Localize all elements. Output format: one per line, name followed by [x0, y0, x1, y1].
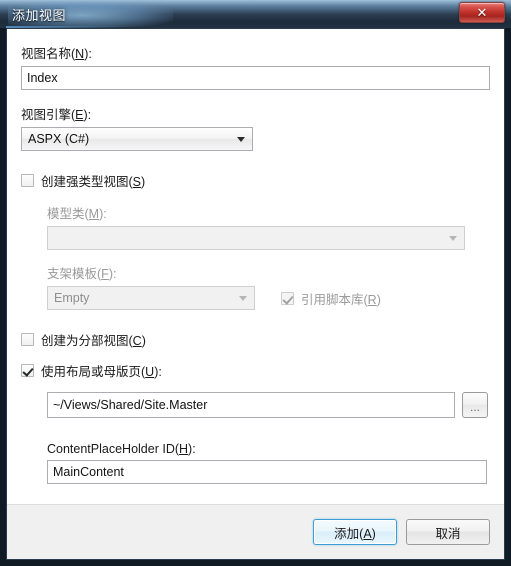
use-layout-checkbox[interactable]	[21, 364, 34, 377]
partial-view-label: 创建为分部视图(C)	[41, 334, 146, 348]
close-icon: ✕	[476, 5, 488, 20]
content-placeholder-label: ContentPlaceHolder ID(H):	[47, 442, 196, 456]
scaffold-template-value: Empty	[54, 291, 90, 305]
partial-view-checkbox[interactable]	[21, 333, 34, 346]
reference-script-libraries-row[interactable]: 引用脚本库(R)	[281, 289, 381, 308]
view-name-label: 视图名称(N):	[21, 47, 92, 61]
partial-view-checkbox-row[interactable]: 创建为分部视图(C)	[21, 330, 490, 349]
window-border-bottom	[0, 560, 511, 566]
content-placeholder-input[interactable]	[47, 460, 487, 484]
cancel-button[interactable]: 取消	[406, 519, 490, 545]
strongly-typed-view-checkbox[interactable]	[21, 174, 34, 187]
content-placeholder-group: ContentPlaceHolder ID(H):	[47, 442, 490, 484]
chevron-down-icon	[449, 236, 457, 241]
use-layout-checkbox-row[interactable]: 使用布局或母版页(U):	[21, 361, 490, 380]
model-class-label: 模型类(M):	[47, 207, 107, 221]
browse-layout-button[interactable]: ...	[462, 392, 488, 418]
layout-path-input[interactable]	[47, 392, 455, 418]
view-engine-select[interactable]: ASPX (C#)	[21, 127, 253, 151]
scaffold-template-group: 支架模板(F): Empty 引用脚本库(R)	[47, 263, 490, 310]
strongly-typed-view-checkbox-row[interactable]: 创建强类型视图(S)	[21, 171, 490, 190]
strongly-typed-view-label: 创建强类型视图(S)	[41, 175, 146, 189]
scaffold-template-select[interactable]: Empty	[47, 286, 255, 310]
add-button[interactable]: 添加(A)	[313, 519, 397, 545]
use-layout-label: 使用布局或母版页(U):	[41, 365, 162, 379]
dialog-client-area: 视图名称(N): 视图引擎(E): ASPX (C#) 创建强类型视图(S) 模	[6, 28, 505, 560]
title-bar[interactable]: 添加视图 ✕	[0, 0, 511, 28]
close-button[interactable]: ✕	[459, 2, 505, 23]
title-bar-background	[0, 0, 511, 28]
view-name-input[interactable]	[21, 66, 490, 90]
window-border-right	[505, 28, 511, 566]
window-title: 添加视图	[12, 8, 67, 23]
reference-script-libraries-label: 引用脚本库(R)	[301, 292, 381, 307]
model-class-select[interactable]	[47, 226, 465, 250]
chevron-down-icon	[239, 296, 247, 301]
view-engine-label: 视图引擎(E):	[21, 108, 92, 122]
add-view-dialog-window: 添加视图 ✕ 视图名称(N): 视图引擎(E): ASPX (C#)	[0, 0, 511, 566]
reference-script-libraries-checkbox[interactable]	[281, 291, 294, 305]
view-engine-value: ASPX (C#)	[28, 132, 90, 146]
form-panel: 视图名称(N): 视图引擎(E): ASPX (C#) 创建强类型视图(S) 模	[7, 29, 504, 504]
dialog-footer: 添加(A) 取消	[7, 504, 504, 559]
chevron-down-icon	[237, 137, 245, 142]
scaffold-template-row: Empty 引用脚本库(R)	[47, 286, 490, 310]
model-class-group: 模型类(M):	[47, 203, 490, 250]
layout-path-row: ...	[47, 392, 490, 418]
scaffold-template-label: 支架模板(F):	[47, 267, 117, 281]
